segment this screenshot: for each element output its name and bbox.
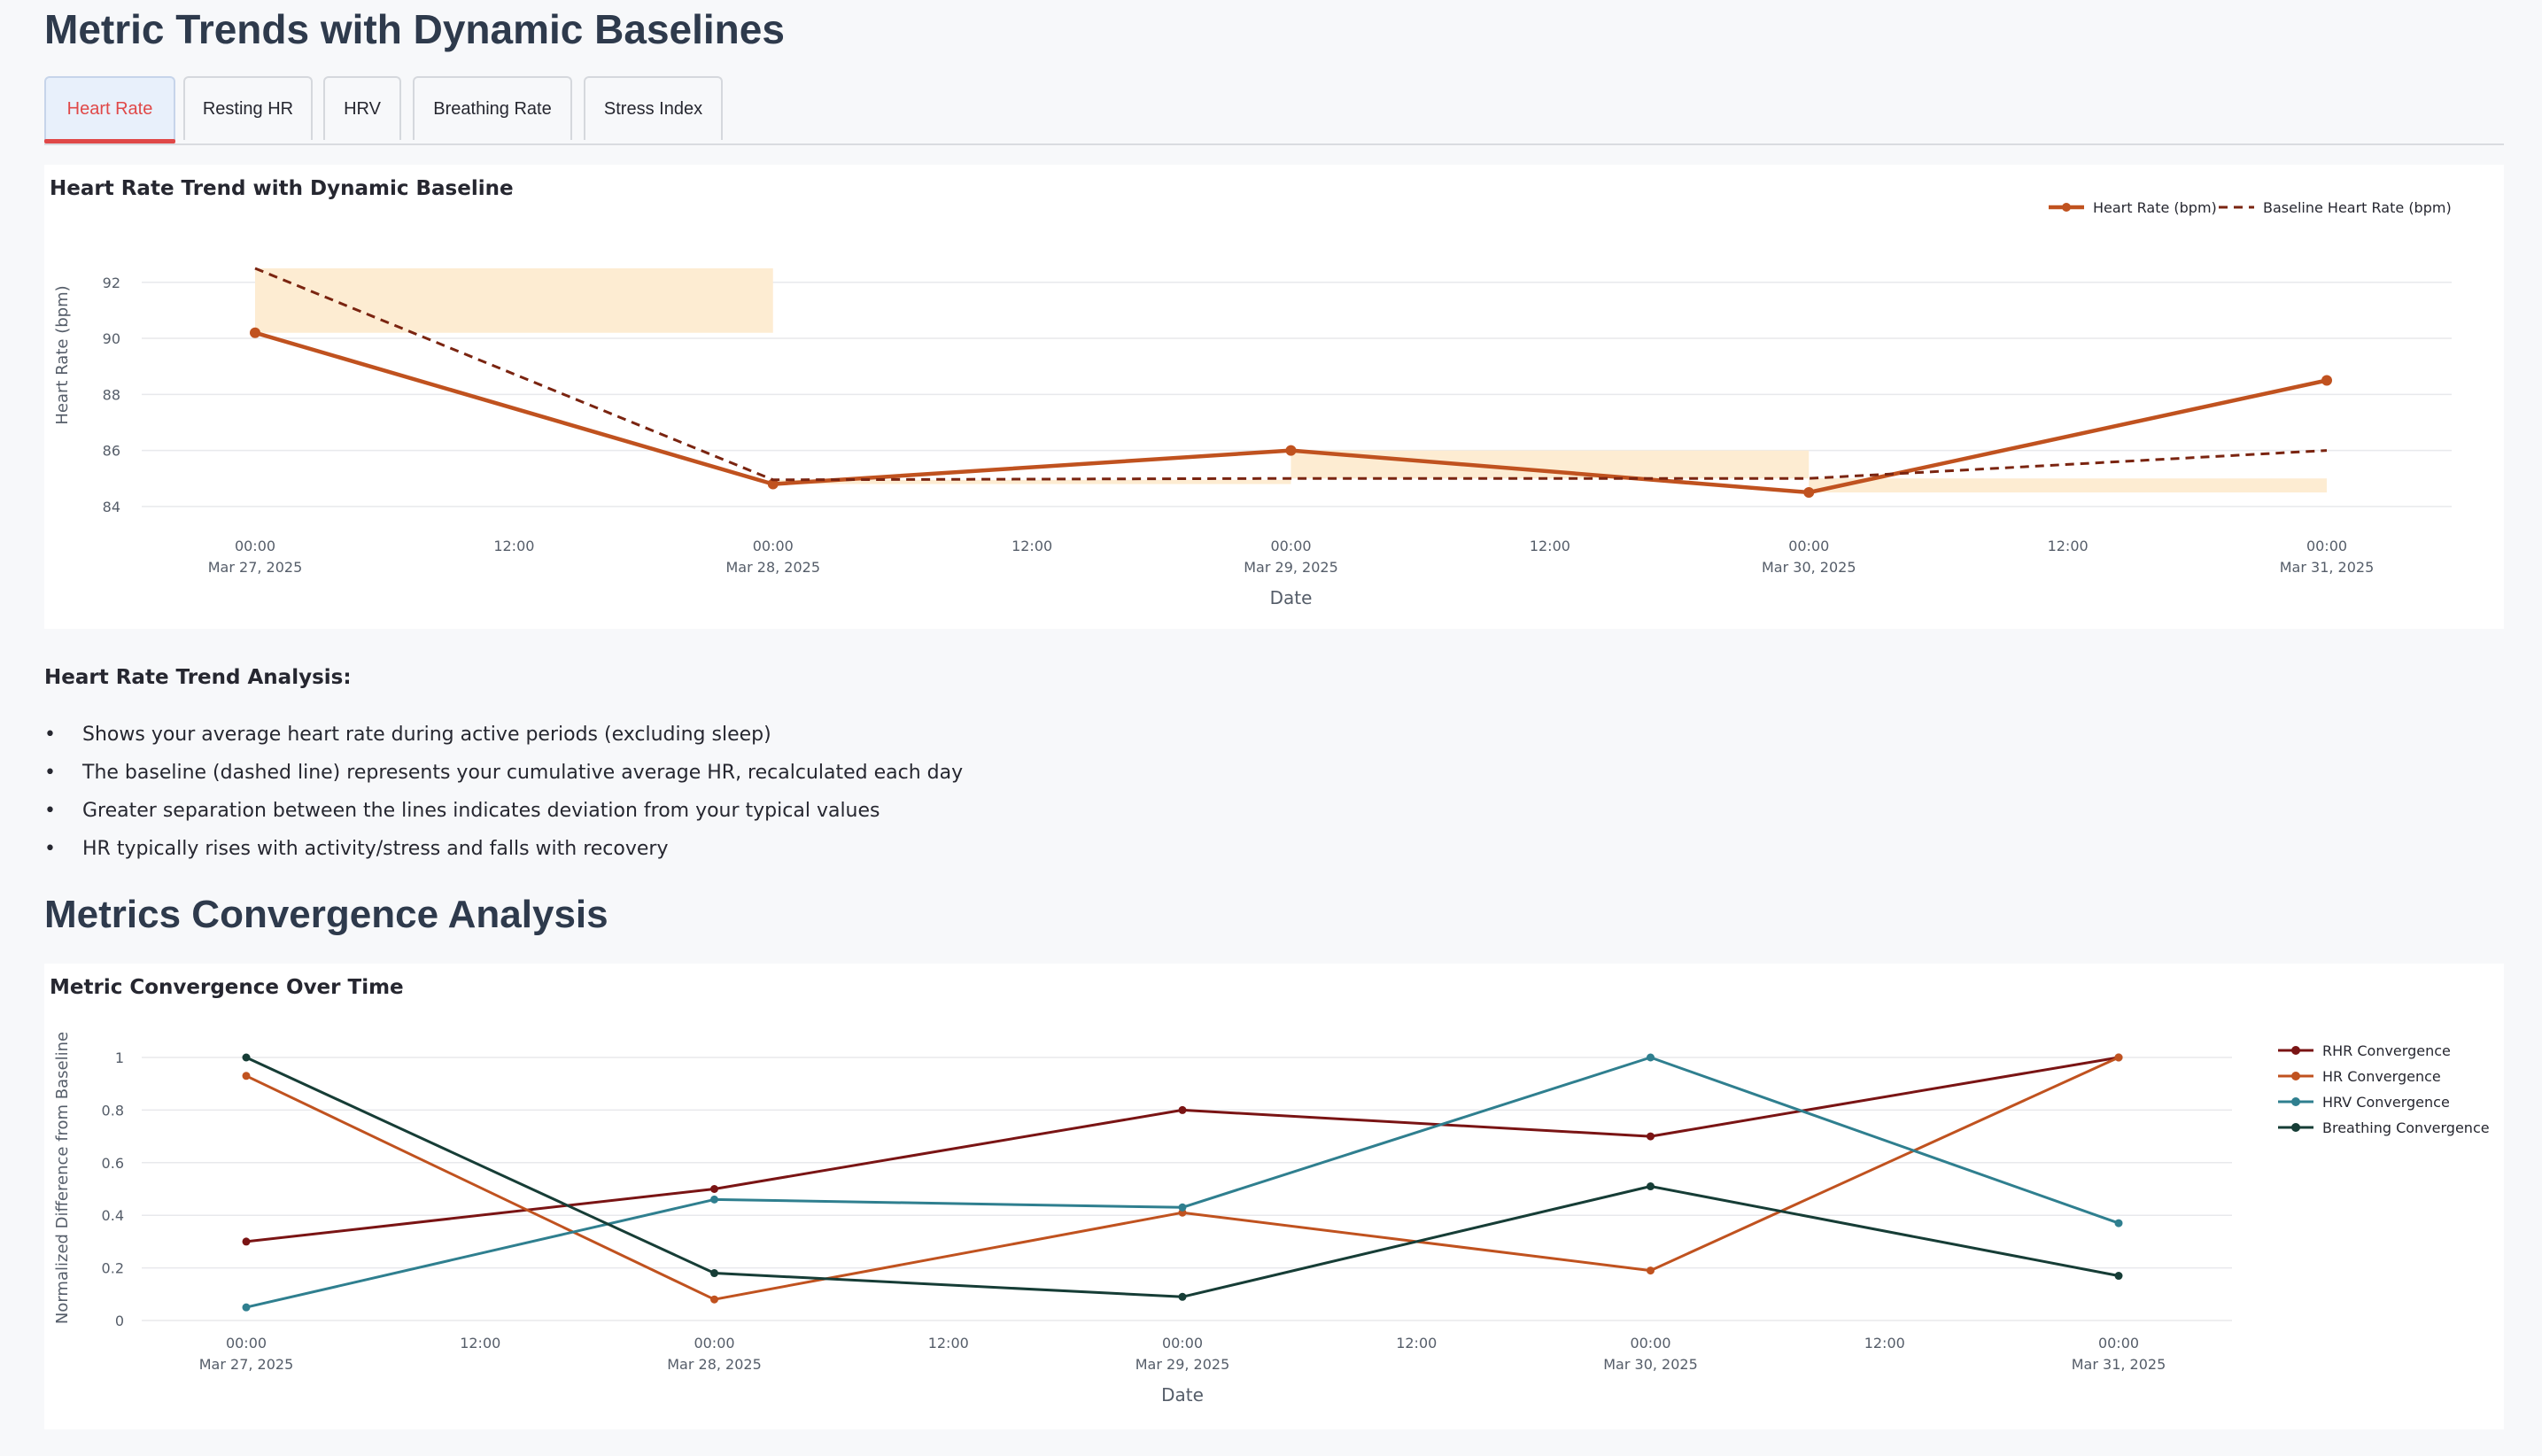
data-point bbox=[1647, 1182, 1655, 1191]
analysis-list: Shows your average heart rate during act… bbox=[44, 716, 963, 868]
legend-label: Breathing Convergence bbox=[2322, 1119, 2490, 1136]
y-tick-label: 0.8 bbox=[102, 1102, 124, 1119]
legend-marker bbox=[2291, 1046, 2300, 1055]
convergence-chart: 0 0.2 0.4 0.6 0.8 1 00:00 Mar 27, 2025 12:00 00:0… bbox=[53, 1032, 2490, 1406]
legend-marker bbox=[2062, 203, 2071, 212]
data-point bbox=[250, 327, 260, 338]
legend-label: Heart Rate (bpm) bbox=[2093, 199, 2217, 216]
legend-label: HR Convergence bbox=[2322, 1068, 2441, 1085]
heart-rate-chart: 84 86 88 90 92 00:00 Mar 27, 2025 12:00 00:00 Mar… bbox=[53, 199, 2452, 608]
x-tick-label: 12:00 bbox=[2048, 538, 2089, 554]
data-point bbox=[710, 1185, 718, 1193]
tab-resting-hr[interactable]: Resting HR bbox=[183, 76, 313, 140]
analysis-title: Heart Rate Trend Analysis: bbox=[44, 666, 352, 689]
series-line bbox=[245, 1056, 2120, 1298]
analysis-point: The baseline (dashed line) represents yo… bbox=[44, 754, 963, 792]
x-tick-label: 00:00 bbox=[1162, 1335, 1203, 1351]
y-tick-label: 0 bbox=[115, 1313, 124, 1329]
x-tick-label: 12:00 bbox=[1011, 538, 1052, 554]
x-tick-label: 00:00 bbox=[235, 538, 275, 554]
data-point bbox=[1647, 1132, 1655, 1141]
x-tick-label: 00:00 bbox=[226, 1335, 267, 1351]
x-tick-label: 12:00 bbox=[1864, 1335, 1905, 1351]
y-tick-label: 0.6 bbox=[102, 1155, 124, 1172]
x-tick-date-label: Mar 29, 2025 bbox=[1135, 1356, 1230, 1373]
x-tick-date-label: Mar 30, 2025 bbox=[1603, 1356, 1698, 1373]
x-tick-label: 12:00 bbox=[493, 538, 534, 554]
x-tick-date-label: Mar 29, 2025 bbox=[1244, 559, 1338, 576]
data-point bbox=[2114, 1053, 2123, 1062]
y-axis-title: Normalized Difference from Baseline bbox=[53, 1032, 72, 1324]
data-point bbox=[710, 1295, 718, 1304]
tab-heart-rate[interactable]: Heart Rate bbox=[44, 76, 175, 143]
x-tick-label: 12:00 bbox=[928, 1335, 969, 1351]
data-point bbox=[1803, 487, 1815, 499]
y-tick-label: 90 bbox=[103, 330, 120, 347]
data-point bbox=[2114, 1219, 2123, 1228]
data-point bbox=[710, 1269, 718, 1278]
legend-marker bbox=[2291, 1123, 2300, 1132]
data-point bbox=[710, 1195, 718, 1204]
x-tick-date-label: Mar 30, 2025 bbox=[1762, 559, 1856, 576]
series-line bbox=[245, 1056, 2120, 1301]
x-tick-label: 12:00 bbox=[1530, 538, 1570, 554]
x-tick-label: 00:00 bbox=[2098, 1335, 2139, 1351]
x-tick-label: 00:00 bbox=[1270, 538, 1311, 554]
section-title: Metrics Convergence Analysis bbox=[44, 893, 608, 936]
data-point bbox=[242, 1303, 251, 1312]
legend-label: RHR Convergence bbox=[2322, 1042, 2451, 1059]
x-tick-date-label: Mar 27, 2025 bbox=[199, 1356, 294, 1373]
data-point bbox=[2114, 1272, 2123, 1281]
deviation-band bbox=[1290, 450, 1810, 479]
heart-rate-chart-panel: Heart Rate Trend with Dynamic Baseline 8… bbox=[44, 165, 2504, 629]
x-tick-date-label: Mar 31, 2025 bbox=[2072, 1356, 2166, 1373]
y-tick-label: 0.4 bbox=[102, 1207, 124, 1224]
data-point bbox=[1178, 1292, 1187, 1301]
legend-marker bbox=[2291, 1072, 2300, 1080]
y-tick-label: 86 bbox=[103, 443, 120, 460]
x-tick-date-label: Mar 31, 2025 bbox=[2280, 559, 2375, 576]
x-tick-label: 12:00 bbox=[460, 1335, 500, 1351]
x-tick-label: 12:00 bbox=[1396, 1335, 1437, 1351]
data-point bbox=[2321, 375, 2332, 386]
x-tick-label: 00:00 bbox=[1788, 538, 1829, 554]
analysis-point: HR typically rises with activity/stress … bbox=[44, 830, 963, 868]
y-tick-label: 84 bbox=[103, 499, 120, 515]
series-line bbox=[245, 1056, 2120, 1309]
y-tick-label: 0.2 bbox=[102, 1260, 124, 1277]
analysis-point: Shows your average heart rate during act… bbox=[44, 716, 963, 754]
y-axis-title: Heart Rate (bpm) bbox=[53, 285, 72, 424]
data-point bbox=[1178, 1203, 1187, 1212]
metric-tabs: Heart Rate Resting HR HRV Breathing Rate… bbox=[44, 76, 2504, 145]
convergence-chart-panel: Metric Convergence Over Time 0 0.2 0.4 0.6 0… bbox=[44, 964, 2504, 1429]
x-tick-label: 00:00 bbox=[753, 538, 794, 554]
x-axis-title: Date bbox=[1161, 1384, 1204, 1406]
data-point bbox=[1647, 1053, 1655, 1062]
legend-label: HRV Convergence bbox=[2322, 1094, 2450, 1111]
y-tick-label: 88 bbox=[103, 386, 120, 403]
x-axis-title: Date bbox=[1270, 587, 1313, 608]
y-tick-label: 92 bbox=[103, 275, 120, 291]
data-point bbox=[1647, 1266, 1655, 1275]
tab-hrv[interactable]: HRV bbox=[323, 76, 401, 140]
x-tick-date-label: Mar 28, 2025 bbox=[667, 1356, 762, 1373]
x-tick-label: 00:00 bbox=[1630, 1335, 1670, 1351]
x-tick-label: 00:00 bbox=[2306, 538, 2347, 554]
page-title: Metric Trends with Dynamic Baselines bbox=[44, 6, 785, 52]
x-tick-date-label: Mar 27, 2025 bbox=[208, 559, 303, 576]
data-point bbox=[242, 1237, 251, 1246]
analysis-point: Greater separation between the lines ind… bbox=[44, 792, 963, 830]
legend-marker bbox=[2291, 1097, 2300, 1106]
x-tick-label: 00:00 bbox=[694, 1335, 734, 1351]
y-tick-label: 1 bbox=[115, 1049, 124, 1066]
x-tick-date-label: Mar 28, 2025 bbox=[725, 559, 820, 576]
tab-breathing-rate[interactable]: Breathing Rate bbox=[413, 76, 572, 140]
data-point bbox=[242, 1053, 251, 1062]
data-point bbox=[1285, 445, 1297, 456]
legend-label: Baseline Heart Rate (bpm) bbox=[2263, 199, 2452, 216]
data-point bbox=[242, 1072, 251, 1080]
tab-stress-index[interactable]: Stress Index bbox=[584, 76, 723, 140]
deviation-band bbox=[1809, 478, 2327, 493]
data-point bbox=[1178, 1105, 1187, 1114]
